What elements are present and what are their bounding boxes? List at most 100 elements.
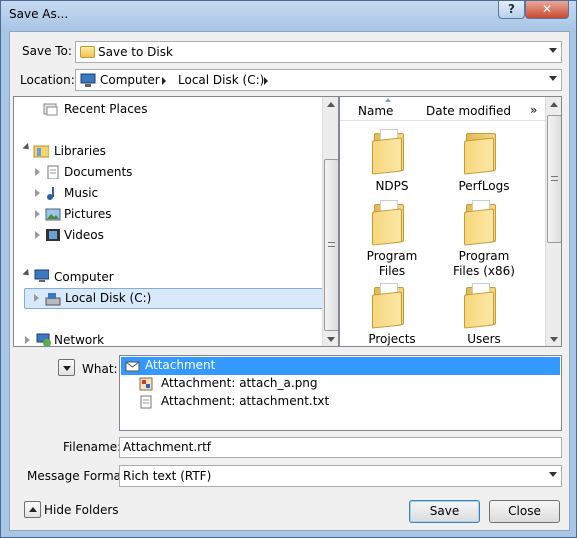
folder-projects[interactable]: Projects (352, 332, 432, 346)
title-bar[interactable]: Save As... ? ✕ (1, 1, 576, 29)
what-list[interactable]: Attachment Attachment: attach_a.png Atta… (119, 355, 562, 431)
column-name[interactable]: Name (358, 104, 393, 118)
folder-icon[interactable] (464, 200, 504, 246)
image-file-icon (139, 377, 153, 391)
tree-item-documents[interactable]: Documents (64, 165, 132, 179)
save-to-dropdown[interactable]: Save to Disk (75, 41, 562, 63)
expand-arrow-icon[interactable] (22, 268, 32, 279)
dialog-client-area: Save To: Save to Disk Location: Computer… (9, 31, 570, 531)
scroll-up-icon[interactable] (550, 102, 558, 107)
expand-arrow-icon[interactable] (22, 142, 32, 153)
chevron-down-icon (549, 472, 557, 477)
folder-program-files-x86[interactable]: Program Files (x86) (444, 249, 524, 279)
file-list-scrollbar[interactable] (545, 97, 561, 346)
computer-icon (34, 269, 49, 282)
filename-input[interactable]: Attachment.rtf (119, 437, 562, 458)
folder-name: NDPS (375, 179, 409, 193)
message-icon (125, 361, 140, 372)
sort-ascending-icon (385, 98, 391, 102)
chevron-down-icon[interactable] (549, 76, 557, 81)
computer-icon (80, 73, 96, 87)
tree-item-pictures[interactable]: Pictures (64, 207, 112, 221)
close-window-button[interactable]: ✕ (525, 1, 569, 19)
tree-item-videos[interactable]: Videos (64, 228, 104, 242)
more-columns-button[interactable]: » (530, 103, 537, 117)
folder-icon[interactable] (372, 200, 412, 246)
hide-folders-toggle[interactable] (24, 501, 41, 518)
what-expand-button[interactable] (58, 359, 75, 376)
scroll-up-icon[interactable] (327, 102, 335, 107)
tree-item-computer[interactable]: Computer (54, 270, 114, 284)
save-to-label: Save To: (22, 44, 72, 58)
libraries-icon (33, 145, 49, 158)
scroll-down-icon[interactable] (550, 337, 558, 342)
folder-icon[interactable] (372, 129, 412, 175)
tree-item-local-disk: Local Disk (C:) (65, 291, 152, 305)
folder-icon[interactable] (372, 283, 412, 329)
folder-name-line2: Files (378, 264, 406, 278)
column-date-modified[interactable]: Date modified (426, 104, 511, 118)
expand-arrow-icon[interactable] (35, 210, 40, 218)
grip-icon (328, 242, 335, 247)
column-header-row: Name Date modified » (340, 97, 545, 121)
expand-arrow-icon[interactable] (35, 168, 40, 176)
save-to-value: Save to Disk (98, 45, 173, 59)
expand-arrow-icon[interactable] (34, 294, 39, 302)
list-item-label: Attachment (145, 358, 216, 372)
scrollbar-thumb[interactable] (324, 159, 338, 331)
list-item-label: Attachment: attach_a.png (161, 376, 318, 390)
navigation-scrollbar[interactable] (322, 97, 338, 346)
expand-arrow-icon[interactable] (35, 189, 40, 197)
list-item[interactable]: Attachment: attachment.txt (121, 393, 560, 411)
recent-places-icon (43, 103, 58, 116)
folder-program-files[interactable]: Program Files (352, 249, 432, 279)
documents-icon (47, 165, 59, 179)
tree-item-network[interactable]: Network (54, 333, 104, 346)
folder-perflogs[interactable]: PerfLogs (444, 179, 524, 194)
breadcrumb-computer[interactable]: Computer (100, 73, 160, 87)
navigation-pane[interactable]: Recent Places Libraries Documents Music (13, 96, 339, 347)
folder-users[interactable]: Users (444, 332, 524, 346)
folder-name: Users (467, 332, 501, 346)
list-item[interactable]: Attachment: attach_a.png (121, 375, 560, 393)
window-title: Save As... (9, 7, 69, 21)
message-format-label: Message Format: (27, 469, 130, 483)
text-file-icon (140, 395, 152, 409)
expand-arrow-icon[interactable] (25, 336, 30, 344)
location-label: Location: (20, 73, 75, 87)
tree-item-libraries[interactable]: Libraries (54, 144, 106, 158)
chevron-down-icon (63, 366, 71, 371)
folder-icon (80, 46, 95, 58)
tree-item-music[interactable]: Music (64, 186, 98, 200)
folder-icon[interactable] (464, 283, 504, 329)
chevron-down-icon (549, 48, 557, 53)
hide-folders-label[interactable]: Hide Folders (44, 503, 119, 517)
list-item-selected[interactable]: Attachment (121, 357, 560, 375)
folder-name: Projects (368, 332, 416, 346)
breadcrumb-local-disk[interactable]: Local Disk (C:) (178, 73, 264, 87)
help-button[interactable]: ? (498, 1, 525, 19)
folder-icon[interactable] (464, 129, 504, 175)
scroll-down-icon[interactable] (327, 337, 335, 342)
tree-item-local-disk-selected[interactable]: Local Disk (C:) (24, 288, 329, 309)
location-bar[interactable]: Computer Local Disk (C:) (75, 69, 562, 91)
tree-item-recent-places[interactable]: Recent Places (64, 102, 147, 116)
message-format-dropdown[interactable]: Rich text (RTF) (119, 465, 562, 487)
save-button[interactable]: Save (409, 500, 480, 523)
save-as-dialog: Save As... ? ✕ Save To: Save to Disk Loc… (0, 0, 577, 538)
close-button[interactable]: Close (489, 500, 560, 523)
folder-ndps[interactable]: NDPS (352, 179, 432, 194)
folder-name: Program (366, 249, 418, 263)
grip-icon (551, 176, 558, 181)
list-item-label: Attachment: attachment.txt (161, 394, 330, 408)
local-disk-icon (45, 293, 61, 306)
file-list-pane[interactable]: Name Date modified » NDPS PerfLogs Progr… (339, 96, 562, 347)
scrollbar-thumb[interactable] (547, 115, 561, 243)
filename-label: Filename: (63, 440, 122, 454)
chevron-right-icon[interactable] (162, 77, 166, 85)
message-format-value: Rich text (RTF) (123, 469, 212, 483)
music-icon (47, 187, 54, 200)
expand-arrow-icon[interactable] (35, 231, 40, 239)
chevron-right-icon[interactable] (264, 77, 268, 85)
pictures-icon (45, 208, 61, 221)
